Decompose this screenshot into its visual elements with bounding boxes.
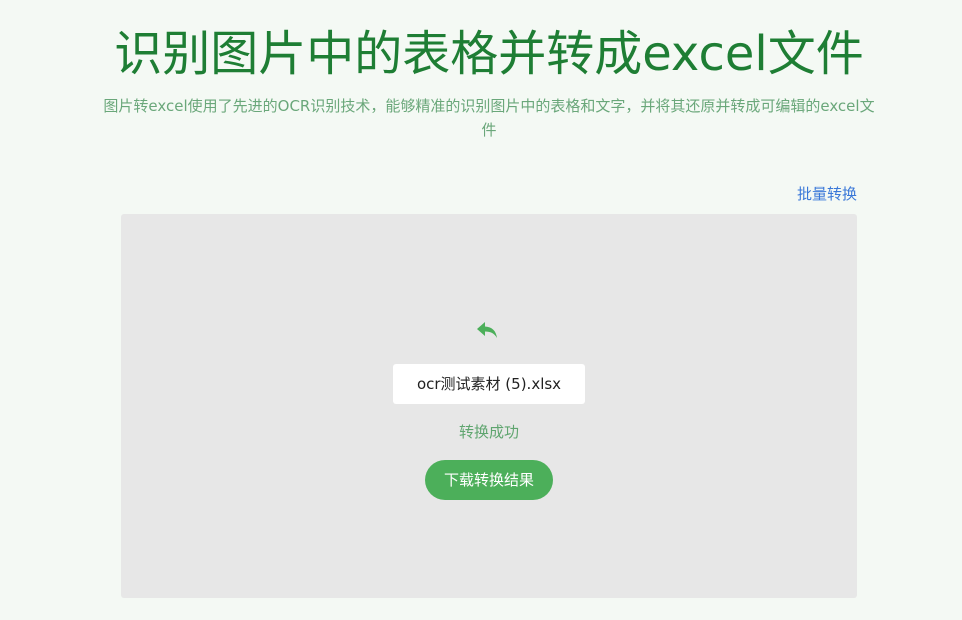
conversion-result-panel: ocr测试素材 (5).xlsx 转换成功 下载转换结果 (121, 214, 857, 598)
download-result-button[interactable]: 下载转换结果 (425, 460, 553, 500)
page-title: 识别图片中的表格并转成excel文件 (114, 26, 864, 82)
page-subtitle: 图片转excel使用了先进的OCR识别技术，能够精准的识别图片中的表格和文字，并… (103, 97, 875, 139)
conversion-status: 转换成功 (458, 423, 519, 441)
batch-convert-link[interactable]: 批量转换 (797, 183, 857, 205)
undo-arrow-icon[interactable] (475, 319, 499, 341)
result-file-name: ocr测试素材 (5).xlsx (393, 364, 585, 404)
